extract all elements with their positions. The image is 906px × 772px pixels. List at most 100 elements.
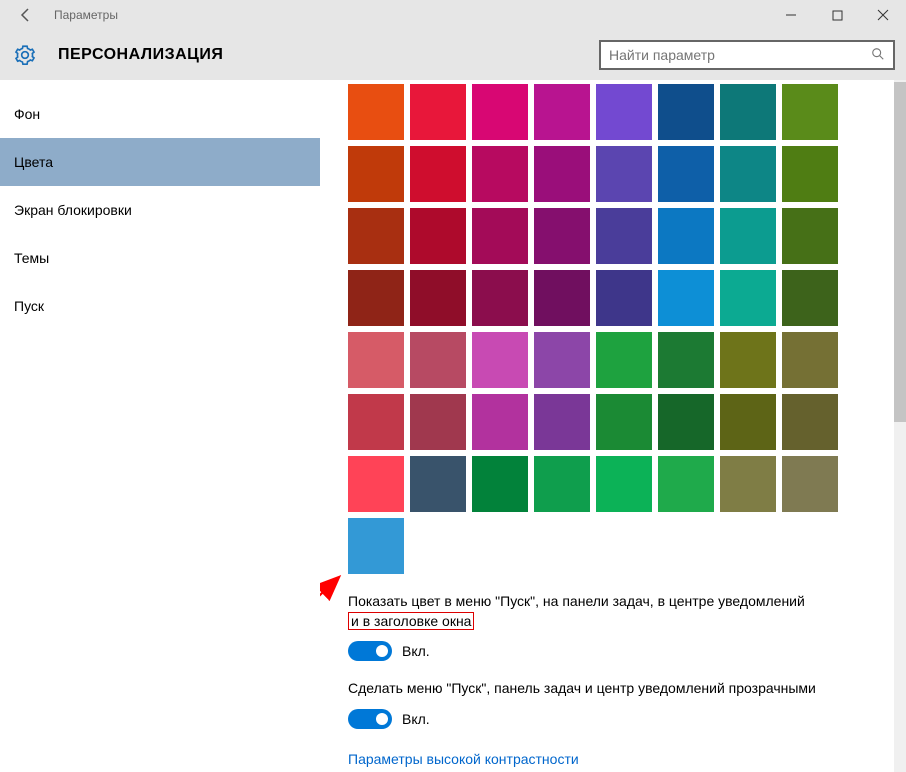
color-swatch[interactable]: [658, 146, 714, 202]
color-swatch[interactable]: [410, 332, 466, 388]
sidebar-item-lockscreen[interactable]: Экран блокировки: [0, 186, 320, 234]
setting-transparency: Сделать меню "Пуск", панель задач и цент…: [348, 679, 858, 729]
color-swatch[interactable]: [348, 332, 404, 388]
color-swatch[interactable]: [596, 270, 652, 326]
setting-label: Сделать меню "Пуск", панель задач и цент…: [348, 679, 858, 699]
color-swatch[interactable]: [534, 394, 590, 450]
color-swatch[interactable]: [720, 270, 776, 326]
sidebar-item-start[interactable]: Пуск: [0, 282, 320, 330]
scrollbar-thumb[interactable]: [894, 82, 906, 422]
color-swatch[interactable]: [410, 146, 466, 202]
color-swatch[interactable]: [472, 208, 528, 264]
color-swatch[interactable]: [534, 270, 590, 326]
color-swatch[interactable]: [782, 270, 838, 326]
back-arrow-icon: [18, 7, 34, 23]
color-swatch[interactable]: [534, 332, 590, 388]
toggle-state-label: Вкл.: [402, 711, 430, 727]
sidebar-item-label: Пуск: [14, 298, 44, 314]
toggle-transparency[interactable]: [348, 709, 392, 729]
maximize-icon: [832, 10, 843, 21]
color-swatch[interactable]: [472, 394, 528, 450]
highlighted-text: и в заголовке окна: [348, 612, 474, 631]
color-swatch[interactable]: [658, 208, 714, 264]
setting-show-color: Показать цвет в меню "Пуск", на панели з…: [348, 592, 858, 661]
color-swatch[interactable]: [720, 84, 776, 140]
color-swatch[interactable]: [410, 84, 466, 140]
maximize-button[interactable]: [814, 0, 860, 30]
color-swatch[interactable]: [720, 208, 776, 264]
color-swatch[interactable]: [658, 270, 714, 326]
search-input[interactable]: [609, 47, 871, 63]
color-swatch[interactable]: [472, 146, 528, 202]
search-box[interactable]: [599, 40, 895, 70]
color-swatch[interactable]: [596, 456, 652, 512]
color-swatch[interactable]: [534, 84, 590, 140]
close-icon: [877, 9, 889, 21]
minimize-icon: [785, 9, 797, 21]
color-swatch[interactable]: [472, 84, 528, 140]
color-swatch[interactable]: [782, 456, 838, 512]
color-swatch[interactable]: [658, 456, 714, 512]
color-swatch[interactable]: [782, 84, 838, 140]
sidebar-item-colors[interactable]: Цвета: [0, 138, 320, 186]
settings-gear-icon: [14, 44, 36, 66]
main-content: Показать цвет в меню "Пуск", на панели з…: [320, 80, 906, 772]
color-swatch[interactable]: [658, 332, 714, 388]
color-swatch[interactable]: [348, 456, 404, 512]
color-swatch-current[interactable]: [348, 518, 404, 574]
toggle-show-color[interactable]: [348, 641, 392, 661]
header-row: ПЕРСОНАЛИЗАЦИЯ: [0, 30, 906, 80]
color-swatch[interactable]: [472, 270, 528, 326]
color-swatch[interactable]: [348, 146, 404, 202]
color-swatch[interactable]: [596, 394, 652, 450]
scrollbar-track[interactable]: [894, 80, 906, 772]
titlebar: Параметры: [0, 0, 906, 30]
color-swatch[interactable]: [658, 394, 714, 450]
color-swatch[interactable]: [534, 456, 590, 512]
color-swatch[interactable]: [534, 208, 590, 264]
color-swatch[interactable]: [410, 270, 466, 326]
color-swatch[interactable]: [348, 270, 404, 326]
window-title: Параметры: [54, 8, 118, 22]
minimize-button[interactable]: [768, 0, 814, 30]
color-swatch[interactable]: [658, 84, 714, 140]
color-swatch[interactable]: [596, 332, 652, 388]
color-swatch[interactable]: [410, 394, 466, 450]
color-swatch[interactable]: [782, 146, 838, 202]
setting-text: Сделать меню "Пуск", панель задач и цент…: [348, 680, 816, 696]
color-swatch[interactable]: [596, 146, 652, 202]
color-swatch[interactable]: [472, 332, 528, 388]
color-swatch[interactable]: [782, 332, 838, 388]
color-swatch[interactable]: [782, 394, 838, 450]
color-swatch[interactable]: [596, 84, 652, 140]
color-grid: [348, 84, 906, 512]
color-swatch[interactable]: [410, 208, 466, 264]
window-controls: [768, 0, 906, 30]
color-swatch[interactable]: [720, 332, 776, 388]
setting-text: Показать цвет в меню "Пуск", на панели з…: [348, 593, 805, 609]
toggle-row: Вкл.: [348, 641, 858, 661]
color-swatch[interactable]: [348, 394, 404, 450]
color-swatch[interactable]: [472, 456, 528, 512]
high-contrast-link[interactable]: Параметры высокой контрастности: [348, 751, 579, 767]
sidebar-item-label: Темы: [14, 250, 49, 266]
sidebar: Фон Цвета Экран блокировки Темы Пуск: [0, 80, 320, 772]
back-button[interactable]: [6, 0, 46, 30]
toggle-row: Вкл.: [348, 709, 858, 729]
color-swatch[interactable]: [534, 146, 590, 202]
setting-label: Показать цвет в меню "Пуск", на панели з…: [348, 592, 858, 631]
color-swatch[interactable]: [348, 208, 404, 264]
color-swatch[interactable]: [596, 208, 652, 264]
color-swatch[interactable]: [720, 394, 776, 450]
color-swatch[interactable]: [720, 146, 776, 202]
color-swatch[interactable]: [410, 456, 466, 512]
color-swatch[interactable]: [348, 84, 404, 140]
sidebar-item-themes[interactable]: Темы: [0, 234, 320, 282]
close-button[interactable]: [860, 0, 906, 30]
page-title: ПЕРСОНАЛИЗАЦИЯ: [58, 46, 223, 64]
sidebar-item-background[interactable]: Фон: [0, 90, 320, 138]
sidebar-item-label: Экран блокировки: [14, 202, 132, 218]
toggle-knob: [376, 645, 388, 657]
color-swatch[interactable]: [720, 456, 776, 512]
color-swatch[interactable]: [782, 208, 838, 264]
